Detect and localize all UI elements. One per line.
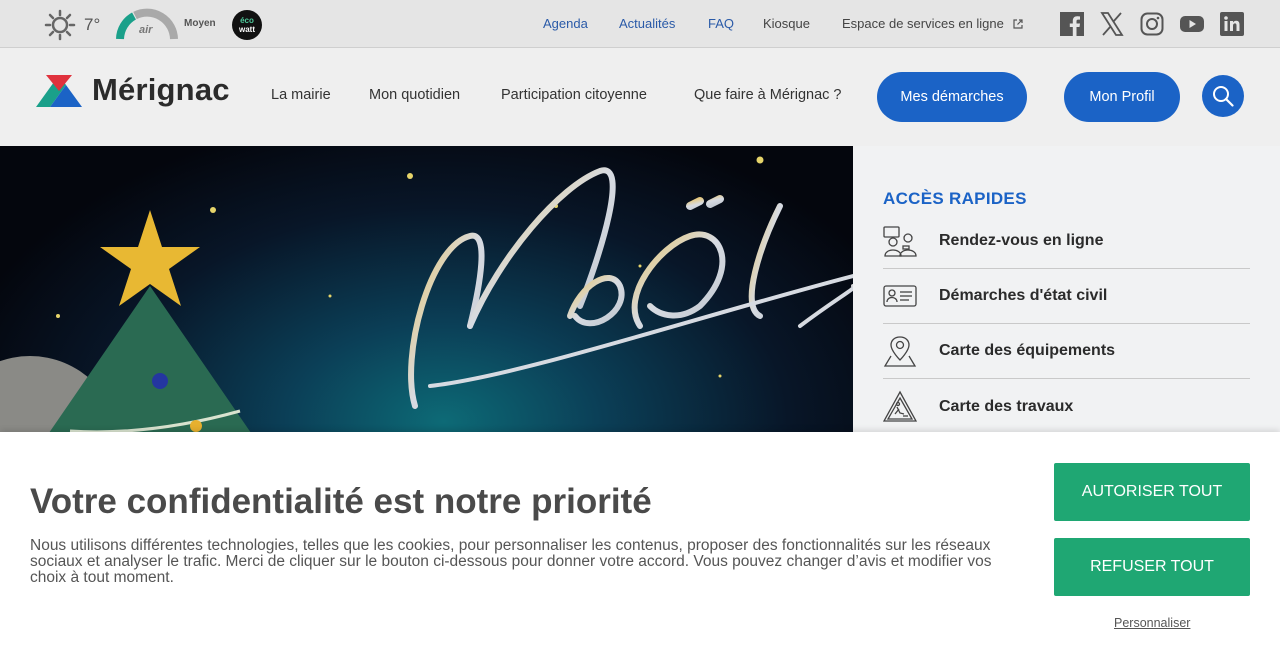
roadwork-icon — [883, 390, 917, 422]
site-logo[interactable]: Mérignac — [36, 72, 230, 108]
appointment-icon — [883, 226, 917, 257]
ecowatt-badge[interactable]: éco watt — [232, 10, 262, 40]
merignac-logo-icon — [36, 75, 82, 107]
quick-access-panel: ACCÈS RAPIDES Rendez-vous en ligne Démar… — [853, 146, 1280, 436]
top-link-agenda[interactable]: Agenda — [543, 16, 588, 31]
cookie-title: Votre confidentialité est notre priorité — [30, 482, 652, 521]
cookie-text: Nous utilisons différentes technologies,… — [30, 537, 992, 586]
hero-banner[interactable] — [0, 146, 853, 436]
quick-access-title: ACCÈS RAPIDES — [883, 189, 1027, 208]
youtube-icon[interactable] — [1180, 12, 1204, 36]
quick-item-label: Démarches d'état civil — [939, 287, 1108, 304]
air-quality-level: Moyen — [184, 18, 216, 29]
main-header: Mérignac La mairie Mon quotidien Partici… — [0, 48, 1280, 146]
id-card-icon — [883, 285, 917, 307]
top-link-kiosque[interactable]: Kiosque — [763, 16, 810, 31]
weather-widget[interactable]: 7° — [44, 9, 100, 41]
quick-item-rendez-vous[interactable]: Rendez-vous en ligne — [883, 214, 1250, 269]
mes-demarches-button[interactable]: Mes démarches — [877, 72, 1027, 122]
quick-item-label: Rendez-vous en ligne — [939, 232, 1104, 249]
hero-illustration — [0, 156, 853, 436]
quick-item-label: Carte des travaux — [939, 397, 1074, 415]
logo-text: Mérignac — [92, 72, 230, 107]
map-pin-icon — [883, 336, 917, 367]
facebook-icon[interactable] — [1060, 12, 1084, 36]
top-link-services[interactable]: Espace de services en ligne — [842, 16, 1023, 31]
hero-script-lettering — [408, 167, 853, 409]
instagram-icon[interactable] — [1140, 12, 1164, 36]
external-link-icon — [1012, 19, 1023, 29]
top-link-services-label: Espace de services en ligne — [842, 16, 1004, 31]
top-link-faq[interactable]: FAQ — [708, 16, 734, 31]
cookie-consent-banner: Votre confidentialité est notre priorité… — [0, 432, 1280, 661]
quick-item-label: Carte des équipements — [939, 342, 1116, 359]
quick-item-travaux[interactable]: Carte des travaux — [883, 379, 1250, 434]
linkedin-icon[interactable] — [1220, 12, 1244, 36]
quick-item-equipements[interactable]: Carte des équipements — [883, 324, 1250, 379]
top-link-actualites[interactable]: Actualités — [619, 16, 675, 31]
x-icon[interactable] — [1100, 12, 1124, 36]
air-quality-label: air — [139, 24, 153, 36]
quick-item-etat-civil[interactable]: Démarches d'état civil — [883, 269, 1250, 324]
search-button[interactable] — [1202, 75, 1244, 117]
ecowatt-top: éco — [240, 16, 254, 25]
ecowatt-bottom: watt — [239, 25, 255, 34]
refuse-all-button[interactable]: REFUSER TOUT — [1054, 538, 1250, 596]
nav-participation-citoyenne[interactable]: Participation citoyenne — [501, 87, 647, 103]
top-utility-bar: 7° air Moyen éco watt Agenda Actualités … — [0, 0, 1280, 48]
accept-all-button[interactable]: AUTORISER TOUT — [1054, 463, 1250, 521]
nav-mon-quotidien[interactable]: Mon quotidien — [369, 87, 460, 103]
search-icon — [1213, 86, 1234, 107]
mon-profil-button[interactable]: Mon Profil — [1064, 72, 1180, 122]
sun-icon — [44, 9, 76, 41]
weather-temperature: 7° — [84, 15, 101, 34]
nav-que-faire[interactable]: Que faire à Mérignac ? — [694, 87, 842, 103]
customize-link[interactable]: Personnaliser — [1114, 616, 1190, 630]
nav-la-mairie[interactable]: La mairie — [271, 87, 331, 103]
